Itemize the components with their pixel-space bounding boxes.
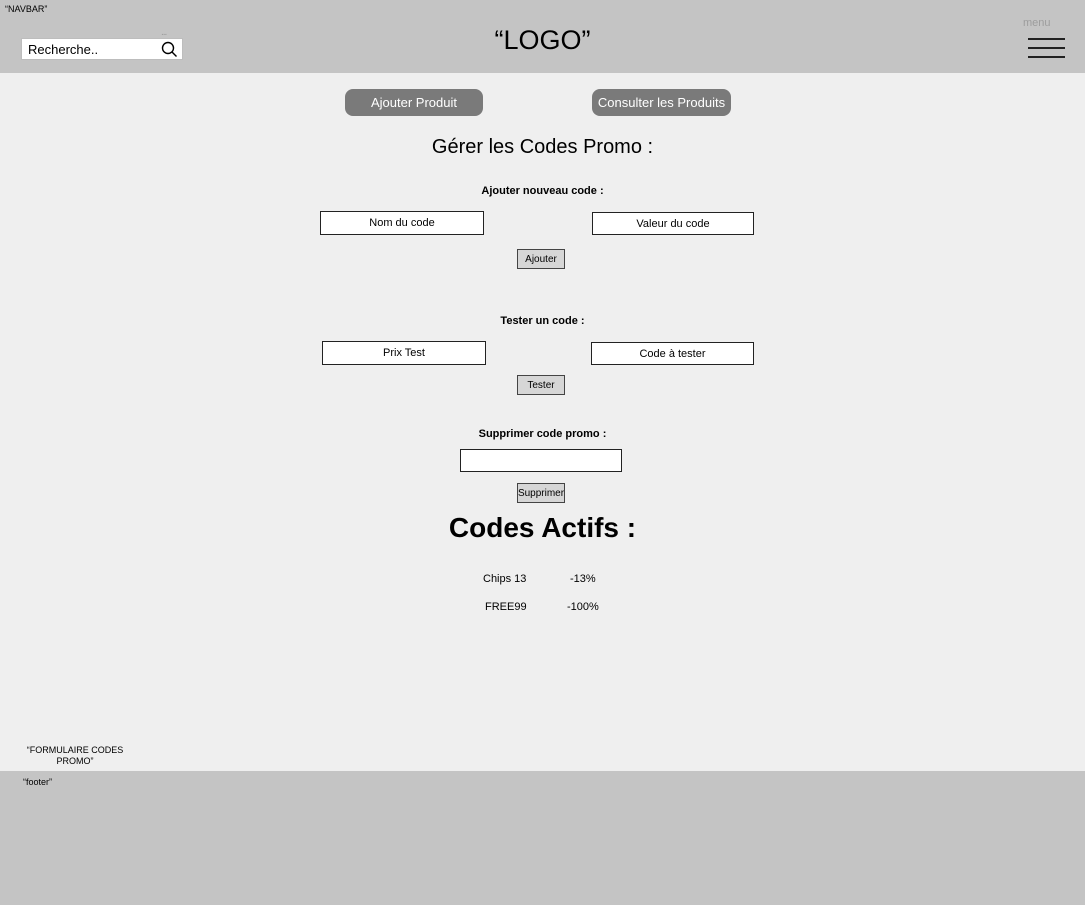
test-code-label: Tester un code : (500, 315, 585, 327)
code-value-field[interactable]: Valeur du code (592, 212, 754, 235)
active-code-value: -100% (567, 601, 599, 613)
active-codes-title: Codes Actifs : (448, 512, 637, 543)
delete-code-button[interactable]: Supprimer (517, 483, 565, 503)
footer: “footer” (0, 771, 1085, 905)
add-code-label: Ajouter nouveau code : (481, 185, 604, 197)
test-code-button[interactable]: Tester (517, 375, 565, 395)
code-name-field[interactable]: Nom du code (320, 211, 484, 235)
navbar: “NAVBAR” ... “LOGO” menu (0, 0, 1085, 73)
test-code-field[interactable]: Code à tester (591, 342, 754, 365)
navbar-label: “NAVBAR” (5, 4, 48, 14)
menu-label: menu (1023, 17, 1051, 29)
add-product-button[interactable]: Ajouter Produit (345, 89, 483, 116)
active-code-name: FREE99 (485, 601, 527, 613)
add-code-button[interactable]: Ajouter (517, 249, 565, 269)
page-title: Gérer les Codes Promo : (431, 136, 654, 158)
test-price-field[interactable]: Prix Test (322, 341, 486, 365)
delete-code-label: Supprimer code promo : (478, 428, 607, 440)
logo[interactable]: “LOGO” (0, 25, 1085, 56)
hamburger-icon[interactable] (1028, 38, 1066, 60)
form-label: “FORMULAIRE CODES PROMO” (26, 745, 124, 766)
active-code-value: -13% (570, 573, 596, 585)
footer-label: “footer” (23, 777, 53, 787)
delete-code-field[interactable] (460, 449, 622, 472)
view-products-button[interactable]: Consulter les Produits (592, 89, 731, 116)
active-code-name: Chips 13 (483, 573, 527, 585)
